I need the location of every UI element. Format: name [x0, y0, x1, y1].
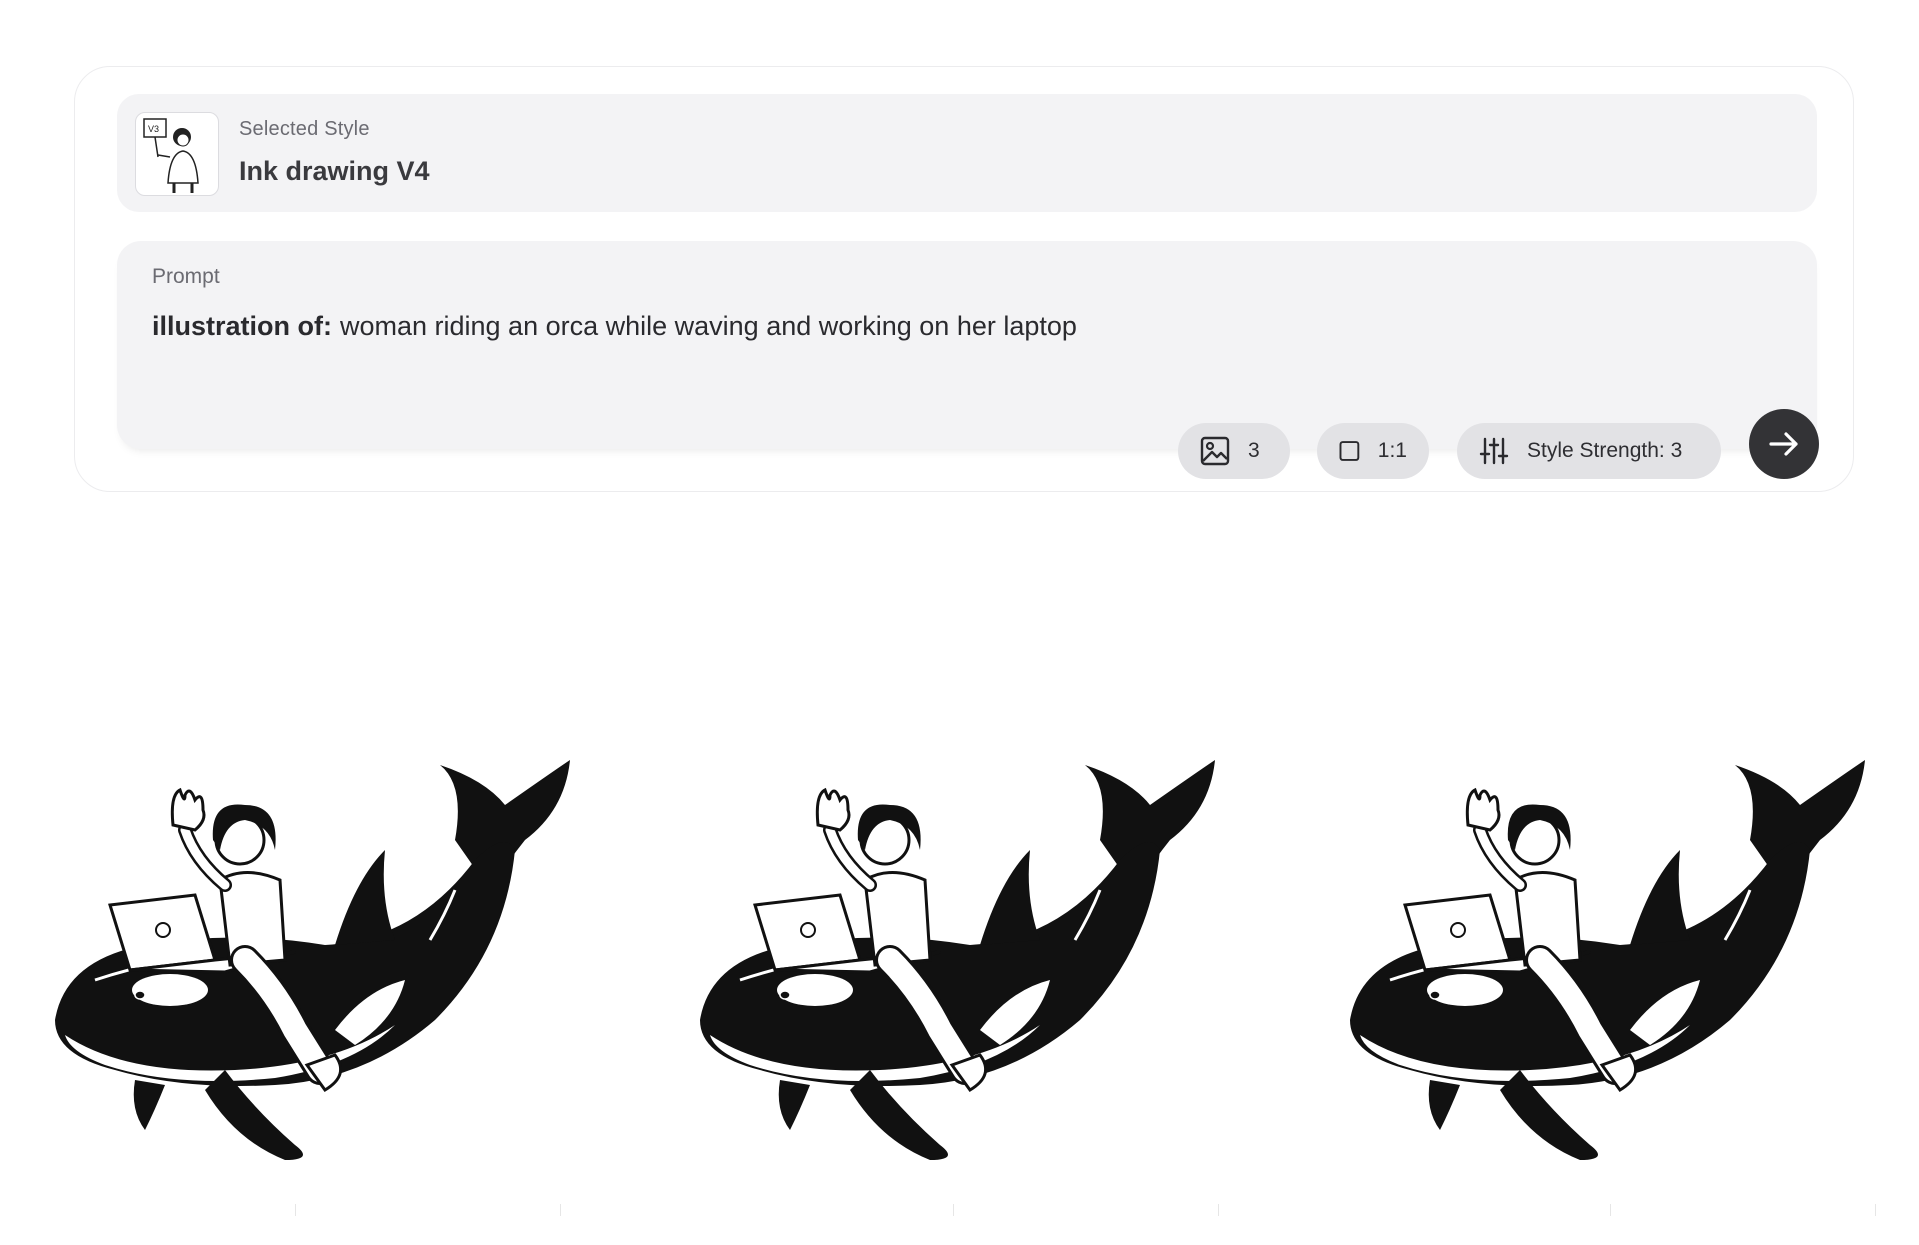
aspect-ratio-button[interactable]: 1:1 [1317, 423, 1429, 479]
divider-tick [1218, 1204, 1219, 1216]
divider-tick [953, 1204, 954, 1216]
thumbnail-badge: V3 [148, 124, 159, 134]
selected-style-name: Ink drawing V4 [239, 156, 430, 186]
generated-image-1[interactable] [35, 690, 595, 1190]
square-icon [1339, 441, 1360, 461]
prompt-caption: Prompt [152, 265, 220, 288]
divider-tick [295, 1204, 296, 1216]
style-strength-label: Style Strength: 3 [1527, 439, 1683, 462]
sliders-icon [1479, 437, 1509, 465]
generated-image-2[interactable] [680, 690, 1240, 1190]
submit-button[interactable] [1749, 409, 1819, 479]
style-strength-button[interactable]: Style Strength: 3 [1457, 423, 1721, 479]
image-count-button[interactable]: 3 [1178, 423, 1290, 479]
arrow-right-icon [1769, 432, 1798, 456]
image-icon [1200, 436, 1230, 466]
aspect-ratio-value: 1:1 [1377, 439, 1407, 462]
results-grid [0, 690, 1919, 1210]
prompt-line[interactable]: illustration of: woman riding an orca whi… [152, 311, 1077, 342]
selected-style-panel[interactable]: V3 Selected Style Ink drawing V4 [117, 94, 1817, 212]
prompt-prefix: illustration of: [152, 311, 332, 341]
style-thumbnail: V3 [135, 112, 219, 196]
divider-tick [1875, 1204, 1876, 1216]
prompt-box[interactable]: Prompt illustration of: woman riding an o… [117, 241, 1817, 449]
selected-style-caption: Selected Style [239, 118, 370, 140]
generated-image-3[interactable] [1330, 690, 1890, 1190]
divider-tick [1610, 1204, 1611, 1216]
divider-tick [560, 1204, 561, 1216]
image-count-value: 3 [1248, 439, 1260, 462]
prompt-input[interactable]: woman riding an orca while waving and wo… [340, 311, 1077, 341]
